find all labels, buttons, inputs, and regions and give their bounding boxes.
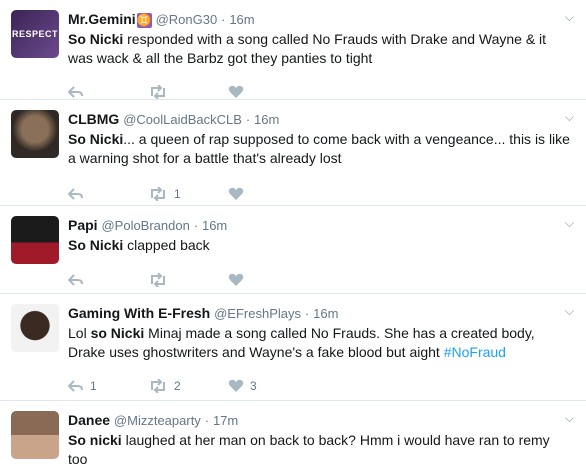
reply-button[interactable]: 1 xyxy=(68,379,148,393)
tweet-header: Mr.Gemini♊ @RonG30 · 16m xyxy=(68,10,572,29)
tweet-text: So Nicki... a queen of rap supposed to c… xyxy=(68,130,572,168)
separator: · xyxy=(193,218,199,233)
tweet[interactable]: ⌵ Gaming With E-Fresh @EFreshPlays · 16m… xyxy=(0,294,586,401)
user-handle[interactable]: @CoolLaidBackCLB xyxy=(123,112,242,127)
timestamp[interactable]: 16m xyxy=(229,12,254,27)
avatar[interactable] xyxy=(11,216,59,264)
chevron-down-icon[interactable]: ⌵ xyxy=(565,411,574,426)
chevron-down-icon[interactable]: ⌵ xyxy=(565,110,574,125)
tweet-text-body: laughed at her man on back to back? Hmm … xyxy=(68,432,550,467)
retweet-button[interactable] xyxy=(148,85,228,99)
like-button[interactable] xyxy=(228,273,308,287)
retweet-button[interactable]: 2 xyxy=(148,379,228,393)
tweet-actions xyxy=(68,264,572,296)
timestamp[interactable]: 16m xyxy=(313,306,338,321)
tweet-header: Danee @Mizzteaparty · 17m xyxy=(68,411,572,430)
tweet[interactable]: ⌵ CLBMG @CoolLaidBackCLB · 16m So Nicki.… xyxy=(0,100,586,206)
avatar[interactable] xyxy=(11,411,59,459)
timestamp[interactable]: 16m xyxy=(254,112,279,127)
tweet-text-prefix: Lol xyxy=(68,325,91,341)
reply-icon xyxy=(68,188,83,200)
retweet-icon xyxy=(151,273,165,287)
tweet[interactable]: ⌵ Danee @Mizzteaparty · 17m So nicki lau… xyxy=(0,401,586,471)
like-button[interactable] xyxy=(228,85,308,99)
tweet-text: So Nicki clapped back xyxy=(68,236,572,255)
tweet-text-bold: So Nicki xyxy=(68,237,124,253)
user-handle[interactable]: @RonG30 xyxy=(156,12,218,27)
retweet-button[interactable]: 1 xyxy=(148,187,228,201)
heart-icon xyxy=(228,273,244,286)
user-handle[interactable]: @PoloBrandon xyxy=(101,218,189,233)
heart-icon xyxy=(228,85,244,98)
heart-icon xyxy=(228,187,244,200)
hashtag-link[interactable]: #NoFraud xyxy=(444,344,506,360)
avatar[interactable]: RESPECT xyxy=(11,10,59,58)
like-button[interactable]: 3 xyxy=(228,379,308,393)
retweet-count: 2 xyxy=(174,379,181,393)
tweet-text-bold: So nicki xyxy=(68,432,122,448)
tweet-text-body: ... a queen of rap supposed to come back… xyxy=(68,131,570,166)
tweet-header: CLBMG @CoolLaidBackCLB · 16m xyxy=(68,110,572,129)
reply-button[interactable] xyxy=(68,85,148,99)
chevron-down-icon[interactable]: ⌵ xyxy=(565,216,574,231)
user-handle[interactable]: @EFreshPlays xyxy=(214,306,301,321)
display-name[interactable]: Danee xyxy=(68,412,110,428)
tweet-text-bold: So Nicki xyxy=(68,131,124,147)
chevron-down-icon[interactable]: ⌵ xyxy=(565,304,574,319)
tweet-text-bold: So Nicki xyxy=(68,31,124,47)
separator: · xyxy=(204,413,210,428)
heart-icon xyxy=(228,379,244,392)
retweet-icon xyxy=(151,379,165,393)
retweet-icon xyxy=(151,85,165,99)
gemini-emoji-icon: ♊ xyxy=(136,13,152,28)
tweet-text: So Nicki responded with a song called No… xyxy=(68,30,572,68)
display-name[interactable]: Gaming With E-Fresh xyxy=(68,305,210,321)
tweet-feed: RESPECT ⌵ Mr.Gemini♊ @RonG30 · 16m So Ni… xyxy=(0,0,586,471)
tweet-header: Papi @PoloBrandon · 16m xyxy=(68,216,572,235)
display-name[interactable]: CLBMG xyxy=(68,111,119,127)
tweet-text: So nicki laughed at her man on back to b… xyxy=(68,431,572,469)
separator: · xyxy=(245,112,251,127)
retweet-button[interactable] xyxy=(148,273,228,287)
display-name[interactable]: Mr.Gemini xyxy=(68,11,136,27)
separator: · xyxy=(221,12,226,27)
tweet-text-body: responded with a song called No Frauds w… xyxy=(68,31,547,66)
avatar[interactable] xyxy=(11,110,59,158)
reply-button[interactable] xyxy=(68,187,148,201)
display-name[interactable]: Papi xyxy=(68,217,98,233)
reply-icon xyxy=(68,380,83,392)
avatar-logo-text: RESPECT xyxy=(11,29,58,39)
tweet[interactable]: RESPECT ⌵ Mr.Gemini♊ @RonG30 · 16m So Ni… xyxy=(0,0,586,100)
timestamp[interactable]: 17m xyxy=(213,413,238,428)
reply-icon xyxy=(68,86,83,98)
tweet-text-bold: so Nicki xyxy=(90,325,145,341)
reply-count: 1 xyxy=(90,379,97,393)
retweet-count: 1 xyxy=(174,187,181,201)
user-handle[interactable]: @Mizzteaparty xyxy=(114,413,201,428)
separator: · xyxy=(304,306,310,321)
like-count: 3 xyxy=(250,379,257,393)
reply-button[interactable] xyxy=(68,273,148,287)
tweet-actions: 1 2 3 xyxy=(68,370,572,402)
avatar[interactable] xyxy=(11,304,59,352)
tweet[interactable]: ⌵ Papi @PoloBrandon · 16m So Nicki clapp… xyxy=(0,206,586,294)
tweet-header: Gaming With E-Fresh @EFreshPlays · 16m xyxy=(68,304,572,323)
reply-icon xyxy=(68,274,83,286)
timestamp[interactable]: 16m xyxy=(202,218,227,233)
like-button[interactable] xyxy=(228,187,308,201)
chevron-down-icon[interactable]: ⌵ xyxy=(565,10,574,25)
retweet-icon xyxy=(151,187,165,201)
tweet-text: Lol so Nicki Minaj made a song called No… xyxy=(68,324,572,362)
tweet-text-body: clapped back xyxy=(123,237,210,253)
